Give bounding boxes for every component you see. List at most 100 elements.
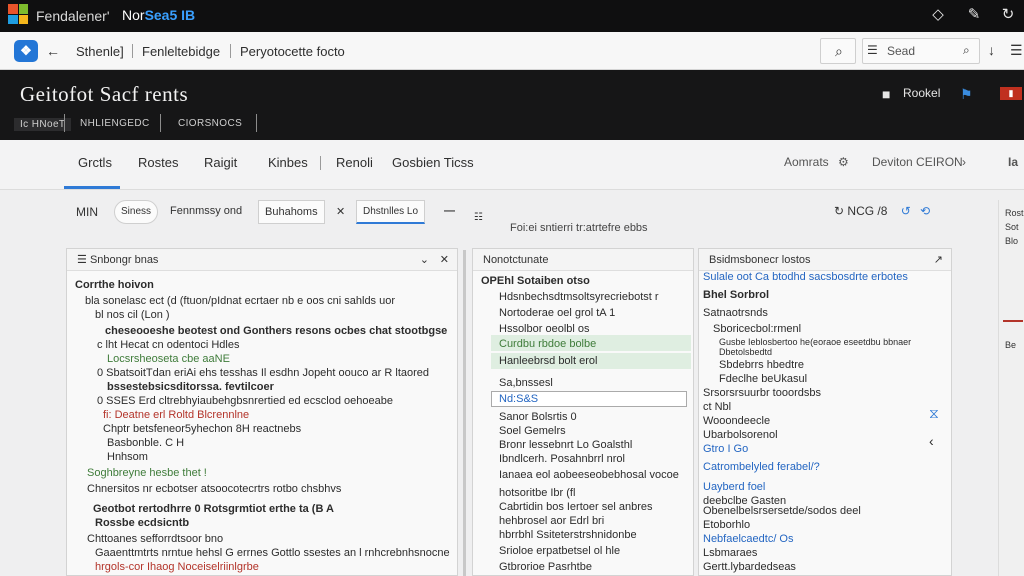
tree-node[interactable]: Geotbot rertodhrre 0 Rotsgrmtiot erthe t…	[93, 503, 334, 515]
header-tab-1[interactable]: Ic HNoeT	[14, 118, 72, 131]
tab-right-2[interactable]: Deviton CEIRON	[872, 155, 963, 169]
edit-icon[interactable]: ✎	[964, 5, 984, 25]
list-item[interactable]: Hanleebrsd bolt erol	[499, 355, 597, 367]
detail-line[interactable]: Gtro I Go	[703, 443, 748, 455]
shield-icon[interactable]: ❖	[14, 40, 38, 62]
list-item[interactable]: Bronr lessebnrt Lo Goalsthl	[499, 439, 632, 451]
tab-3[interactable]: Raigit	[204, 155, 237, 170]
sync-icon[interactable]: ↺	[901, 204, 911, 218]
list-item[interactable]: Sa,bnssesl	[499, 377, 553, 389]
tab-6[interactable]: Gosbien Ticss	[392, 155, 474, 170]
tree-node[interactable]: hrgols-cor Ihaog Noceiselriinlgrbe	[95, 561, 259, 573]
refresh-icon[interactable]: ↻	[834, 204, 844, 218]
list-item[interactable]: hbrrbhl Ssiteterstrshnidonbe	[499, 529, 637, 541]
list-item[interactable]: Ianaea eol aobeeseobebhosal vocoe	[499, 469, 679, 481]
product-name: NorSea5 IB	[122, 7, 196, 23]
tab-right-3[interactable]: Ia	[1008, 155, 1018, 169]
left-panel-header: ☰ Snbongr bnas ⌄ ✕	[67, 249, 457, 271]
tree-node[interactable]: Hnhsom	[107, 451, 148, 463]
detail-line[interactable]: Nebfaelcaedtc/ Os	[703, 533, 794, 545]
collapse-icon[interactable]: ↗	[934, 249, 943, 271]
detail-link[interactable]: Catrombelyled ferabel/?	[703, 461, 820, 473]
header-tab-2[interactable]: NHLIENGEDC	[80, 118, 150, 129]
right-side-panel: Rost Sot Blo Be	[998, 200, 1024, 576]
list-item[interactable]: Hssolbor oeolbl os	[499, 323, 590, 335]
lock-icon: ■	[882, 86, 891, 102]
tab-5[interactable]: Renoli	[336, 155, 373, 170]
tree-node[interactable]: 0 SSES Erd cltrebhyiaubehgbsnrertied ed …	[97, 395, 393, 407]
detail-line[interactable]: Uayberd foel	[703, 481, 765, 493]
settings-icon[interactable]: ◇	[928, 5, 948, 25]
tree-node[interactable]: Chnersitos nr ecbotser atsoocotecrtrs ro…	[87, 483, 341, 495]
list-item[interactable]: Ibndlcerh. Posahnbrrl nrol	[499, 453, 625, 465]
title-bar: Fendalener' NorSea5 IB ◇ ✎ ↻	[0, 0, 1024, 32]
close-icon[interactable]: ✕	[336, 205, 345, 218]
list-item[interactable]: Sanor Bolsrtis 0	[499, 411, 577, 423]
header-tab-3[interactable]: CIORSNOCS	[178, 118, 242, 129]
list-item[interactable]: Curdbu rbdoe bolbe	[499, 338, 596, 350]
list-item[interactable]: hotsoritbe Ibr (fl	[499, 487, 575, 499]
nav-link-2[interactable]: Fenleltebidge	[142, 44, 220, 59]
tree-node[interactable]: 0 SbatsoitTdan eriAi ehs tesshas Il esdh…	[97, 367, 429, 379]
tab-2[interactable]: Rostes	[138, 155, 178, 170]
loop-icon[interactable]: ⟲	[920, 204, 930, 218]
tree-node[interactable]: c lht Hecat cn odentoci Hdles	[97, 339, 239, 351]
detail-line: Ubarbolsorenol	[703, 429, 778, 441]
list-item[interactable]: OPEhl Sotaiben otso	[481, 275, 590, 287]
tree-node[interactable]: Soghbreyne hesbe thet !	[87, 467, 207, 479]
middle-panel: Nonotctunate OPEhl Sotaiben otso Hdsnbec…	[472, 248, 694, 576]
gear-icon[interactable]: ⚙	[838, 155, 849, 169]
tree-node[interactable]: Locsrsheoseta cbe aaNE	[107, 353, 230, 365]
tab-4[interactable]: Kinbes	[268, 155, 308, 170]
tab-right-1[interactable]: Aomrats	[784, 155, 829, 169]
nav-link-3[interactable]: Peryotocette focto	[240, 44, 345, 59]
tree-node[interactable]: Gaaenttmtrts nrntue hehsl G errnes Gottl…	[95, 547, 450, 559]
chevron-left-icon[interactable]: ‹	[929, 433, 934, 449]
detail-line: Bhel Sorbrol	[703, 289, 770, 301]
list-item[interactable]: Soel Gemelrs	[499, 425, 566, 437]
nav-link-1[interactable]: Sthenle]	[76, 44, 124, 59]
tab-1[interactable]: Grctls	[78, 155, 112, 170]
chevron-right-icon[interactable]: ›	[962, 155, 966, 169]
side-label: Rost	[1005, 208, 1024, 218]
search-button[interactable]: ⌕	[820, 38, 856, 64]
list-item[interactable]: Hdsnbechsdtmsoltsyrecriebotst r	[499, 291, 659, 303]
tree-node[interactable]: Chptr betsfeneor5yhechon 8H reactnebs	[103, 423, 301, 435]
close-icon[interactable]: ✕	[440, 249, 449, 271]
tree-node[interactable]: Rossbe ecdsicntb	[95, 517, 189, 529]
right-panel-header: Bsidmsbonecr lostos ↗	[699, 249, 951, 271]
detail-line: Dbetolsbedtd	[719, 347, 773, 357]
search-input[interactable]: ☰ Sead ⌕	[862, 38, 980, 64]
tree-root[interactable]: Corrthe hoivon	[75, 279, 154, 291]
tree-node[interactable]: cheseooeshe beotest ond Gonthers resons …	[105, 325, 447, 337]
refresh-icon[interactable]: ↻	[998, 5, 1018, 25]
chevron-down-icon[interactable]: ⌄	[420, 249, 429, 271]
list-item[interactable]: Nd:S&S	[499, 393, 538, 405]
toolbar-box-1[interactable]: Buhahoms	[258, 200, 325, 224]
detail-line: Fdeclhe beUkasul	[719, 373, 808, 385]
list-item[interactable]: Gtbrorioe Pasrhtbe	[499, 561, 592, 573]
header-button[interactable]: Rookel	[903, 86, 940, 100]
side-label: Be	[1005, 340, 1017, 350]
tree-node[interactable]: Basbonble. C H	[107, 437, 184, 449]
toolbar-box-2[interactable]: Dhstnlles Lo	[356, 200, 426, 224]
panel-subtitle: Foi:ei sntierri tr:atrtefre ebbs	[510, 222, 648, 234]
tree-node[interactable]: Chttoanes sefforrdtsoor bno	[87, 533, 223, 545]
tree-node[interactable]: bl nos cil (Lon )	[95, 309, 170, 321]
app-name: Fendalener'	[36, 8, 110, 24]
list-item[interactable]: Srioloe erpatbetsel ol hle	[499, 545, 620, 557]
minus-icon[interactable]: —	[444, 205, 455, 217]
mic-icon[interactable]: ↓	[988, 42, 995, 58]
back-icon[interactable]: ←	[46, 43, 60, 59]
tree-node[interactable]: bssestebsicsditorssa. fevtilcoer	[107, 381, 274, 393]
tree-node[interactable]: bla sonelasc ect (d (ftuon/pIdnat ecrtae…	[85, 295, 395, 307]
scrollbar[interactable]	[463, 250, 466, 576]
bookmark-icon[interactable]: ⚑	[960, 86, 973, 103]
list-item[interactable]: Nortoderae oel grol tA 1	[499, 307, 615, 319]
tree-node[interactable]: fi: Deatne erl Roltd Blcrennlne	[103, 409, 249, 421]
filter-dropdown[interactable]: Siness	[114, 200, 159, 224]
menu-icon[interactable]: ☰	[1010, 42, 1023, 59]
toolbar-field-label: Fennmssy ond	[170, 205, 243, 217]
list-item[interactable]: hehbrosel aor Edrl bri	[499, 515, 604, 527]
list-item[interactable]: Cabrtidin bos Iertoer sel anbres	[499, 501, 652, 513]
